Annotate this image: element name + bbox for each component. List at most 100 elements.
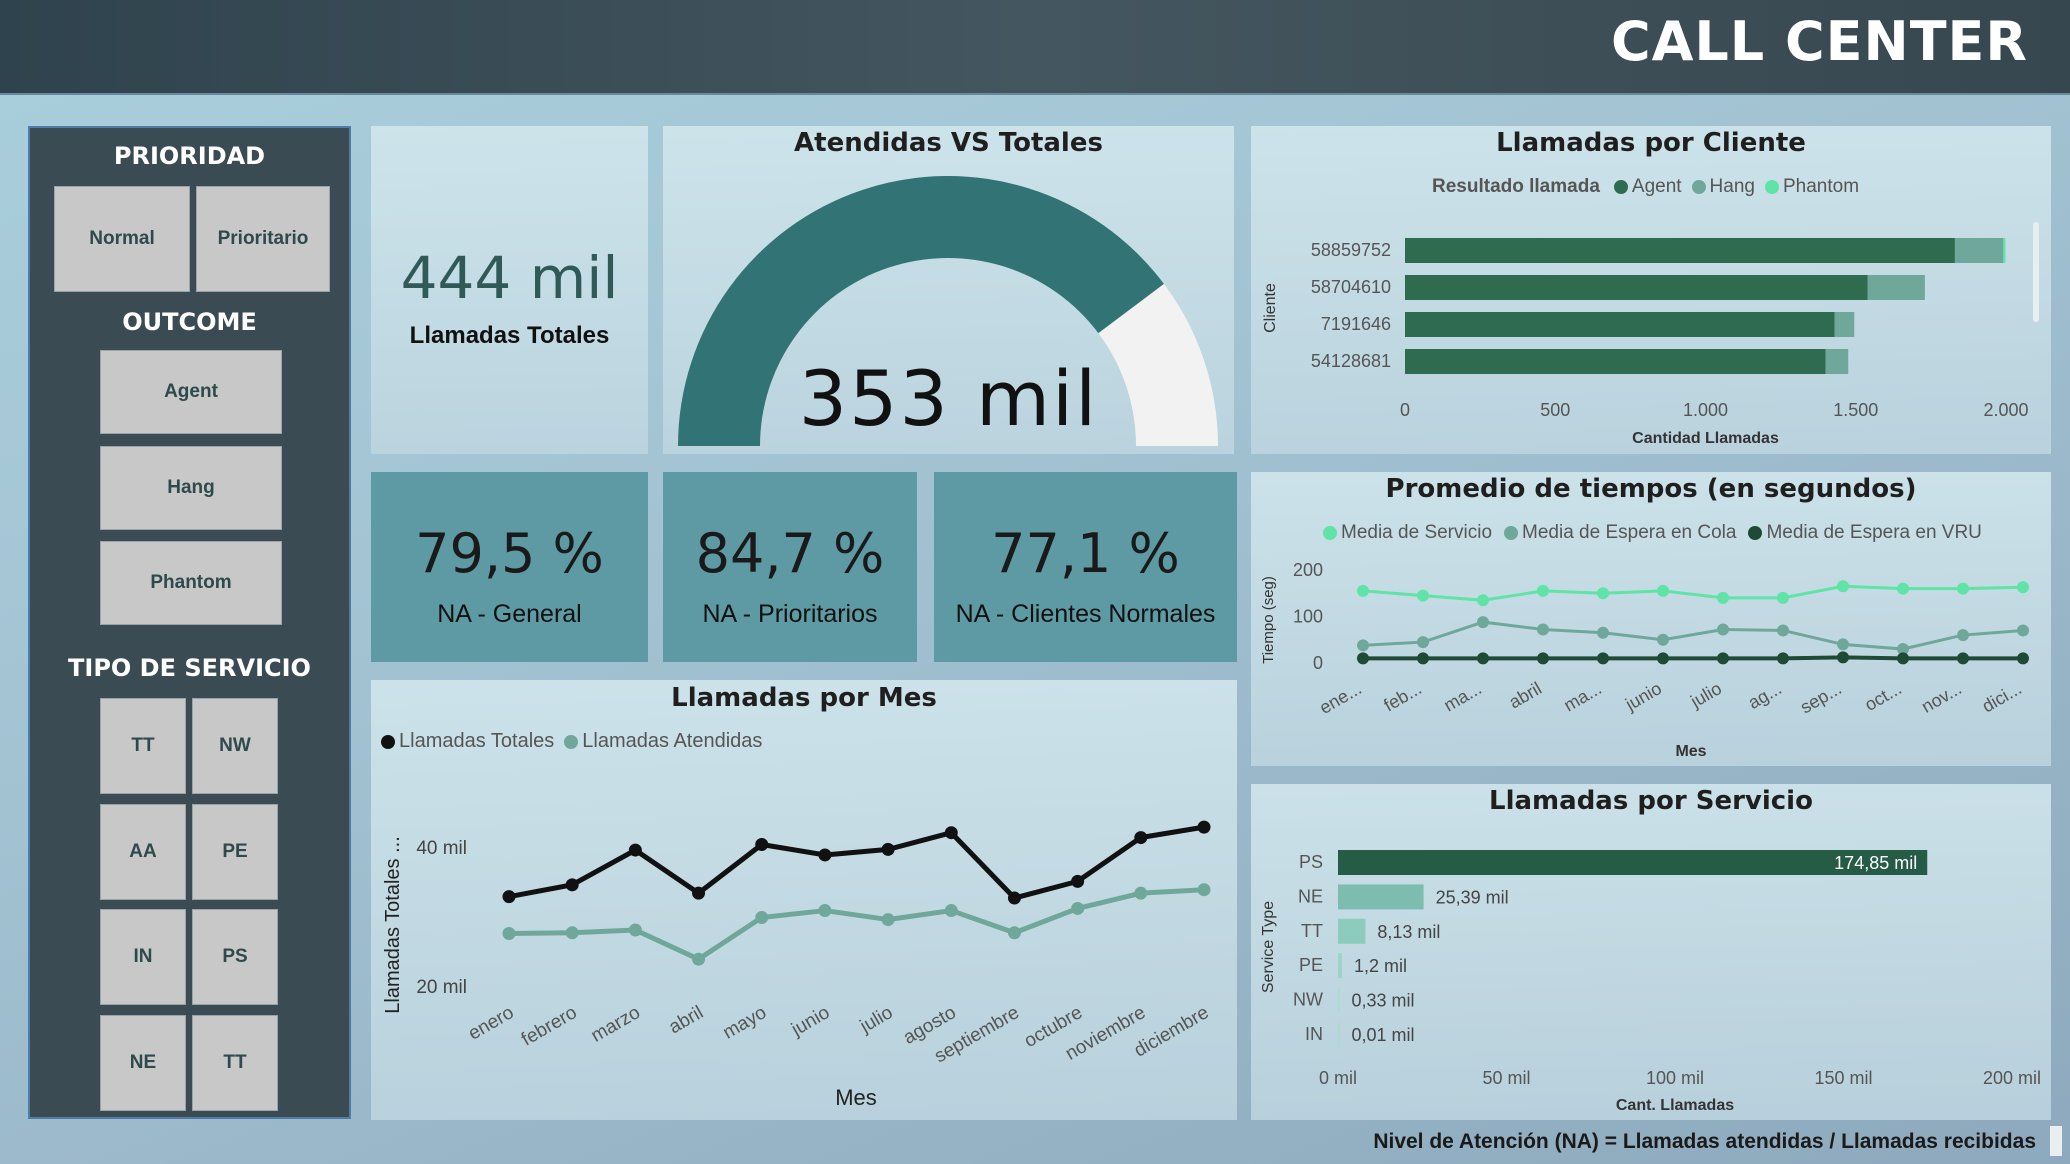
tiempos-point-2 — [1717, 623, 1729, 636]
cliente-x-tick: 0 — [1400, 400, 1410, 420]
tiempos-x-tick: ene... — [1316, 678, 1365, 718]
mes-point-totales — [565, 878, 579, 892]
slicer-servicio-ne[interactable]: NE — [100, 1015, 186, 1111]
cliente-x-tick: 1.000 — [1683, 400, 1728, 420]
na-prioritarios-card: 84,7 % NA - Prioritarios — [663, 472, 917, 662]
cliente-x-tick: 2.000 — [1983, 400, 2028, 420]
cliente-tick-label: 58859752 — [1311, 240, 1391, 260]
mes-point-totales — [1007, 891, 1021, 905]
mes-point-atendidas — [944, 904, 958, 918]
tiempos-point-3 — [1777, 652, 1789, 665]
cliente-x-tick: 1.500 — [1833, 400, 1878, 420]
mes-y-tick: 40 mil — [416, 838, 467, 859]
cliente-bar-hang — [1834, 312, 1855, 337]
na-general-value: 79,5 % — [415, 522, 604, 585]
slicer-servicio-tt[interactable]: TT — [100, 698, 186, 794]
kpi-total-value: 444 mil — [400, 244, 619, 312]
slicer-servicio-in[interactable]: IN — [100, 909, 186, 1005]
slicer-prioridad-prioritario[interactable]: Prioritario — [196, 186, 330, 292]
slicer-prioridad-normal[interactable]: Normal — [54, 186, 190, 292]
tiempos-point-3 — [1477, 652, 1489, 665]
servicio-bar-pe — [1338, 953, 1343, 979]
slicer-outcome-agent[interactable]: Agent — [100, 350, 282, 434]
servicio-data-label: 1,2 mil — [1354, 956, 1407, 976]
servicio-bar-in — [1338, 1022, 1340, 1047]
slicer-servicio-aa[interactable]: AA — [100, 804, 186, 900]
mes-point-atendidas — [818, 904, 832, 918]
servicio-bar-ne — [1338, 884, 1424, 910]
prioridad-heading: PRIORIDAD — [113, 142, 266, 170]
mes-point-atendidas — [1007, 926, 1021, 940]
page-scroll-handle[interactable] — [2050, 1126, 2062, 1156]
servicio-data-label: 0,33 mil — [1352, 991, 1415, 1011]
tiempos-point-1 — [1657, 584, 1669, 597]
tiempos-point-2 — [1597, 626, 1609, 639]
tiempos-point-2 — [1957, 629, 1969, 642]
tiempos-x-tick: abril — [1506, 678, 1545, 712]
tiempos-y-tick: 200 — [1293, 560, 1323, 580]
na-prioritarios-value: 84,7 % — [695, 522, 885, 585]
tiempos-point-2 — [1357, 639, 1369, 652]
cliente-bar-phantom — [2002, 238, 2006, 263]
page-title: CALL CENTER — [1610, 10, 2028, 73]
tiempos-point-2 — [1537, 623, 1549, 636]
footer-na-definition: Nivel de Atención (NA) = Llamadas atendi… — [1373, 1130, 2036, 1153]
slicer-servicio-ps[interactable]: PS — [192, 909, 278, 1005]
tiempos-point-1 — [1717, 591, 1729, 604]
servicio-x-tick: 150 mil — [1814, 1068, 1872, 1088]
tiempos-point-3 — [1837, 651, 1849, 664]
llamadas-por-servicio-card: Llamadas por Servicio PS 174,85 mil NE 25,3… — [1251, 784, 2051, 1120]
tiempos-line-3 — [1363, 655, 2023, 661]
slicer-outcome-phantom[interactable]: Phantom — [100, 541, 282, 625]
mes-x-axis-label: Mes — [835, 1085, 877, 1110]
mes-y-tick: 20 mil — [416, 977, 467, 998]
tiempos-y-axis-label: Tiempo (seg) — [1260, 576, 1277, 664]
tiempos-x-tick: julio — [1686, 678, 1725, 712]
tiempos-point-2 — [1777, 624, 1789, 637]
slicer-outcome-hang[interactable]: Hang — [100, 446, 282, 530]
tiempos-point-1 — [1357, 584, 1369, 597]
tiempos-point-3 — [1357, 652, 1369, 665]
mes-point-totales — [881, 842, 895, 856]
mes-point-totales — [818, 848, 832, 862]
tiempos-point-1 — [2017, 581, 2029, 594]
cliente-bar-agent — [1405, 275, 1868, 300]
na-general-card: 79,5 % NA - General — [371, 472, 648, 662]
cliente-scrollbar[interactable] — [2033, 222, 2039, 322]
tiempos-point-2 — [1477, 616, 1489, 629]
tiempos-x-tick: dici... — [1979, 678, 2025, 716]
tiempos-point-2 — [2017, 624, 2029, 637]
tiempos-x-tick: oct... — [1861, 678, 1905, 715]
mes-x-tick: junio — [787, 1002, 833, 1041]
mes-line-chart: 20 mil40 milenero febrero marzo abril mayo ju… — [382, 820, 1213, 1110]
mes-point-atendidas — [692, 952, 706, 966]
mes-point-totales — [1197, 820, 1211, 834]
cliente-y-axis-label: Cliente — [1262, 283, 1279, 333]
tiempos-x-axis-label: Mes — [1675, 743, 1706, 760]
tiempos-point-1 — [1597, 587, 1609, 600]
tiempos-point-1 — [1777, 591, 1789, 604]
mes-point-totales — [628, 843, 642, 857]
tiempos-point-1 — [1837, 580, 1849, 593]
mes-x-tick: febrero — [518, 1002, 581, 1050]
filter-sidebar: PRIORIDAD Normal Prioritario OUTCOME Age… — [28, 126, 351, 1119]
na-clientes-normales-card: 77,1 % NA - Clientes Normales — [934, 472, 1237, 662]
mes-point-totales — [944, 826, 958, 840]
tiempos-point-1 — [1417, 589, 1429, 602]
na-prioritarios-label: NA - Prioritarios — [702, 600, 878, 628]
slicer-servicio-nw[interactable]: NW — [192, 698, 278, 794]
llamadas-por-cliente-card: Llamadas por Cliente Resultado llamada A… — [1251, 126, 2051, 454]
tiempos-point-2 — [1417, 636, 1429, 649]
servicio-x-tick: 100 mil — [1646, 1068, 1704, 1088]
llamadas-por-mes-card: Llamadas por Mes Llamadas Totales Llamad… — [371, 680, 1237, 1120]
mes-line-atendidas — [508, 887, 1205, 962]
mes-point-atendidas — [1197, 883, 1211, 897]
servicio-data-label: 8,13 mil — [1377, 922, 1440, 942]
slicer-servicio-tt-2[interactable]: TT — [192, 1015, 278, 1111]
na-general-label: NA - General — [437, 600, 582, 628]
na-clientes-normales-label: NA - Clientes Normales — [955, 600, 1216, 628]
slicer-servicio-pe[interactable]: PE — [192, 804, 278, 900]
servicio-tick-label: IN — [1305, 1024, 1323, 1044]
servicio-tick-label: PS — [1299, 852, 1323, 872]
tiempos-point-3 — [1717, 652, 1729, 665]
